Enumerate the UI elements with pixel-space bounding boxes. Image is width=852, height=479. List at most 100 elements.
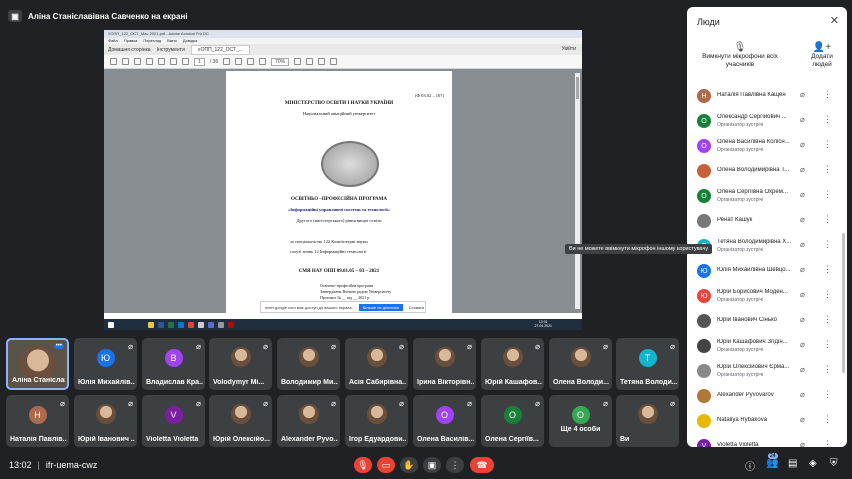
more-vert-icon[interactable]: ⋮: [823, 139, 832, 150]
more-vert-icon[interactable]: ⋮: [823, 439, 832, 447]
participant-tile[interactable]: ⌀ Ігор Едуардови...: [345, 395, 408, 447]
participant-tile[interactable]: ⌀ Н Наталія Павлів...: [6, 395, 69, 447]
participant-row[interactable]: Alexander Pyvovarov ⌀ ⋮: [687, 385, 847, 409]
more-options-button[interactable]: ⋮: [446, 457, 464, 473]
mic-off-icon[interactable]: ⌀: [800, 315, 805, 324]
mic-off-button[interactable]: 🎙: [354, 457, 372, 473]
participant-row[interactable]: О Олександр Сергійович ... Організатор зус…: [687, 110, 847, 134]
fit-page-icon[interactable]: [294, 58, 302, 65]
participant-row[interactable]: Ренат Кашук ⌀ ⋮: [687, 210, 847, 234]
mic-off-icon[interactable]: ⌀: [800, 240, 805, 249]
participant-row[interactable]: Олена Володимирівна Т... ⌀ ⋮: [687, 160, 847, 184]
host-controls-icon[interactable]: ⛨: [830, 458, 838, 469]
more-options-icon[interactable]: •••: [53, 343, 64, 349]
tab-document[interactable]: ≡ОПП_122_ОСТ_...: [190, 44, 250, 55]
participant-tile[interactable]: ⌀ Юрій Кашафов...: [481, 338, 544, 390]
page-number-field[interactable]: 1: [194, 57, 205, 66]
more-vert-icon[interactable]: ⋮: [823, 239, 832, 250]
chrome-icon[interactable]: [188, 321, 194, 328]
acrobat-icon[interactable]: [228, 321, 234, 328]
mic-off-icon[interactable]: ⌀: [800, 165, 805, 174]
participant-row[interactable]: Ю Юрій Борисович Моден... Організатор зуст…: [687, 285, 847, 309]
hand-tool-icon[interactable]: [235, 58, 243, 65]
mic-off-icon[interactable]: ⌀: [800, 90, 805, 99]
comment-icon[interactable]: [318, 58, 326, 65]
participant-tile[interactable]: ⌀ О Ще 4 особи: [549, 395, 612, 447]
more-vert-icon[interactable]: ⋮: [823, 89, 832, 100]
participant-tile[interactable]: ⌀ Юрій Олексійо...: [209, 395, 272, 447]
participant-tile[interactable]: ⌀ Ірина Вікторівн...: [413, 338, 476, 390]
excel-icon[interactable]: [168, 321, 174, 328]
participant-tile[interactable]: ⌀ V Violetta Violetta: [142, 395, 205, 447]
more-vert-icon[interactable]: ⋮: [823, 264, 832, 275]
mic-off-icon[interactable]: ⌀: [800, 440, 805, 447]
camera-off-button[interactable]: ▭: [377, 457, 395, 473]
mic-off-icon[interactable]: ⌀: [800, 265, 805, 274]
participant-row[interactable]: Nataliya Rybakova ⌀ ⋮: [687, 410, 847, 434]
participant-tile[interactable]: ⌀ Олена Володи...: [549, 338, 612, 390]
participant-tile[interactable]: ⌀ Volodymyr Mi...: [209, 338, 272, 390]
participant-row[interactable]: Ю Юлія Михайлівна Шевцо... ⌀ ⋮: [687, 260, 847, 284]
more-vert-icon[interactable]: ⋮: [823, 389, 832, 400]
participant-tile[interactable]: ••• Аліна Станіслав...: [6, 338, 69, 390]
participant-row[interactable]: Юрій Кашафович Згідін... Організатор зуст…: [687, 335, 847, 359]
participant-tile[interactable]: ⌀ О Олена Сергіїв...: [481, 395, 544, 447]
mic-off-icon[interactable]: ⌀: [800, 190, 805, 199]
search-icon[interactable]: [158, 58, 165, 65]
mic-off-icon[interactable]: ⌀: [800, 215, 805, 224]
participant-row[interactable]: Юрій Іванович Сінько ⌀ ⋮: [687, 310, 847, 334]
participant-row[interactable]: О Олена Сергіївна Охрем... Організатор зус…: [687, 185, 847, 209]
stop-sharing-button[interactable]: Більше не ділитися: [358, 303, 403, 311]
more-vert-icon[interactable]: ⋮: [823, 414, 832, 425]
mic-off-icon[interactable]: ⌀: [800, 365, 805, 374]
info-icon[interactable]: ⓘ: [745, 458, 755, 473]
pen-icon[interactable]: [330, 58, 338, 65]
mic-off-icon[interactable]: ⌀: [800, 290, 805, 299]
mic-off-icon[interactable]: ⌀: [800, 390, 805, 399]
present-button[interactable]: ▣: [423, 457, 441, 473]
more-vert-icon[interactable]: ⋮: [823, 114, 832, 125]
mic-off-icon[interactable]: ⌀: [800, 140, 805, 149]
close-icon[interactable]: ✕: [830, 14, 839, 27]
participant-tile[interactable]: ⌀ Alexander Pyvo...: [277, 395, 340, 447]
participant-row[interactable]: Н Наталія Павлівна Кащен ⌀ ⋮: [687, 85, 847, 109]
start-icon[interactable]: [108, 321, 114, 328]
mic-off-icon[interactable]: ⌀: [800, 415, 805, 424]
pdf-scrollbar[interactable]: [575, 73, 580, 309]
page-down-icon[interactable]: [182, 58, 189, 65]
participant-tile[interactable]: ⌀ В Владислав Кра...: [142, 338, 205, 390]
participant-tile[interactable]: ⌀ О Олена Василів...: [413, 395, 476, 447]
mute-all-button[interactable]: 🎙 Вимкнути мікрофони всіх учасників: [695, 43, 785, 69]
more-vert-icon[interactable]: ⋮: [823, 214, 832, 225]
upload-icon[interactable]: [122, 58, 129, 65]
participant-tile[interactable]: ⌀ Володимир Ми...: [277, 338, 340, 390]
participant-tile[interactable]: ⌀ Асія Сабирівна...: [345, 338, 408, 390]
more-vert-icon[interactable]: ⋮: [823, 289, 832, 300]
more-vert-icon[interactable]: ⋮: [823, 364, 832, 375]
select-tool-icon[interactable]: [223, 58, 231, 65]
participant-row[interactable]: Юрій Олексійович Єрма... Організатор зуст…: [687, 360, 847, 384]
teams-icon[interactable]: [208, 321, 214, 328]
participant-tile[interactable]: ⌀ Ви: [616, 395, 679, 447]
add-people-button[interactable]: 👤+ Додати людей: [801, 43, 843, 69]
explorer-icon[interactable]: [148, 321, 154, 328]
mic-off-icon[interactable]: ⌀: [800, 340, 805, 349]
app-icon[interactable]: [218, 321, 224, 328]
sign-in-link[interactable]: Увійти: [561, 46, 576, 52]
print-icon[interactable]: [134, 58, 141, 65]
more-vert-icon[interactable]: ⋮: [823, 164, 832, 175]
participant-tile[interactable]: ⌀ Юрій Іванович ...: [74, 395, 137, 447]
zoom-out-icon[interactable]: [247, 58, 255, 65]
zoom-in-icon[interactable]: [259, 58, 267, 65]
rotate-icon[interactable]: [306, 58, 314, 65]
participant-row[interactable]: V Violetta Violetta ⌀ ⋮: [687, 435, 847, 447]
panel-scrollbar[interactable]: [842, 233, 845, 373]
app-icon[interactable]: [198, 321, 204, 328]
word-icon[interactable]: [158, 321, 164, 328]
raise-hand-button[interactable]: ✋: [400, 457, 418, 473]
leave-call-button[interactable]: ☎: [470, 457, 494, 473]
more-vert-icon[interactable]: ⋮: [823, 339, 832, 350]
participant-tile[interactable]: ⌀ Т Тетяна Володи...: [616, 338, 679, 390]
more-vert-icon[interactable]: ⋮: [823, 314, 832, 325]
hide-notice-button[interactable]: Сховати: [409, 305, 424, 310]
